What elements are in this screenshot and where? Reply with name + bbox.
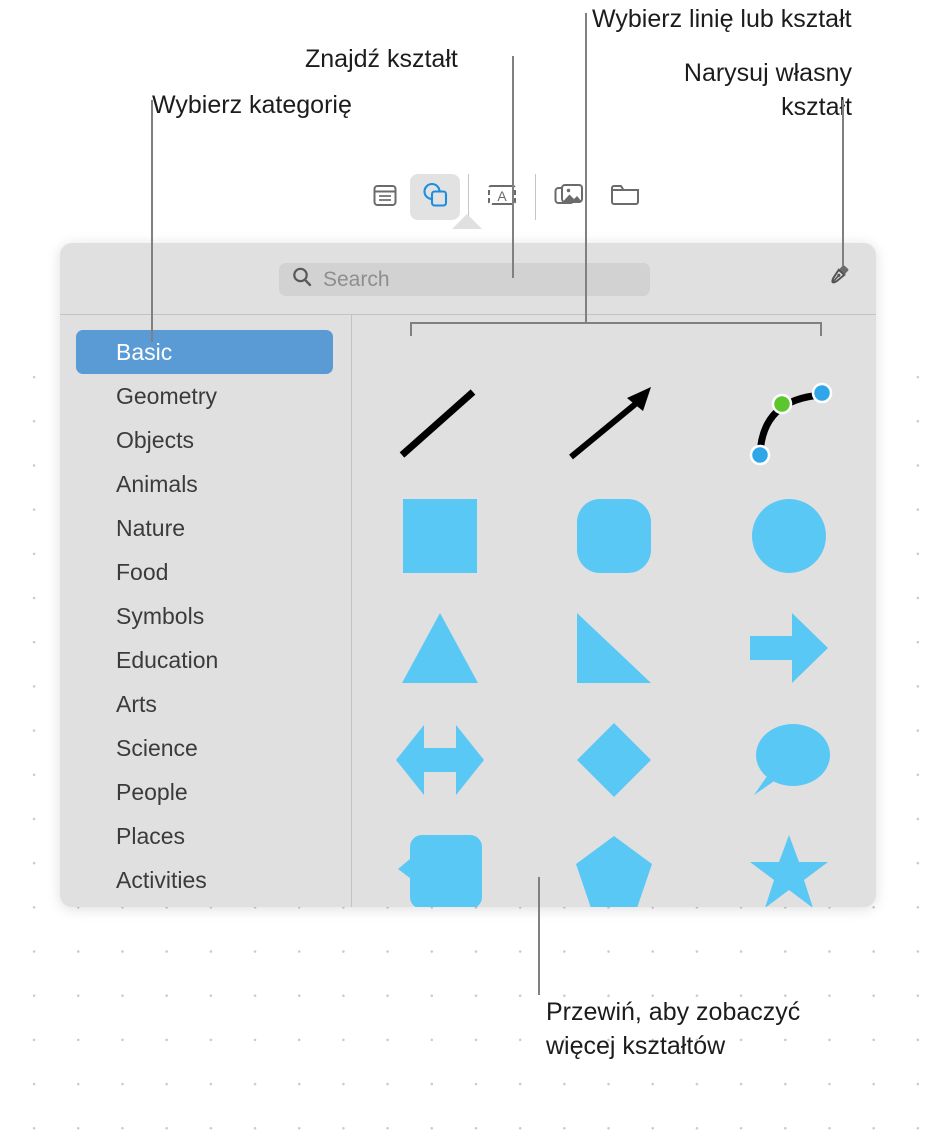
sidebar-item-label: Symbols xyxy=(116,602,205,629)
popover-header: Search xyxy=(60,243,876,315)
leader-line-draw-own-shape xyxy=(842,100,844,266)
diamond-shape xyxy=(575,721,653,804)
shape-cell-star[interactable] xyxy=(702,818,876,907)
toolbar-button-table[interactable] xyxy=(360,174,410,220)
sidebar-item-basic[interactable]: Basic xyxy=(76,330,333,374)
right-arrow-shape xyxy=(748,611,830,690)
shape-grid-panel xyxy=(353,315,876,907)
leader-line-find-shape xyxy=(512,56,514,278)
sidebar-item-geometry[interactable]: Geometry xyxy=(76,374,333,418)
shape-cell-diamond[interactable] xyxy=(527,706,701,818)
callout-label-find-shape: Znajdź kształt xyxy=(305,45,458,73)
leader-line-scroll-for-more xyxy=(538,877,540,995)
callout-rect-shape xyxy=(396,833,484,907)
search-icon xyxy=(291,266,313,293)
pen-icon xyxy=(819,259,855,300)
shape-cell-triangle[interactable] xyxy=(353,594,527,706)
shape-cell-right-triangle[interactable] xyxy=(527,594,701,706)
square-shape xyxy=(401,497,479,580)
right-triangle-shape xyxy=(575,611,653,690)
search-input[interactable]: Search xyxy=(279,263,650,296)
shape-cell-speech-bubble[interactable] xyxy=(702,706,876,818)
leader-line-pick-line-or-shape xyxy=(585,13,587,324)
triangle-shape xyxy=(400,611,480,690)
sidebar-item-activities[interactable]: Activities xyxy=(76,858,333,902)
line-shape xyxy=(385,379,495,474)
draw-shape-button[interactable] xyxy=(816,258,858,300)
shape-cell-arrow-line[interactable] xyxy=(527,370,701,482)
sidebar-item-label: Animals xyxy=(116,470,198,497)
leader-line-select-category xyxy=(151,100,153,342)
sidebar-item-symbols[interactable]: Symbols xyxy=(76,594,333,638)
category-sidebar: Basic Geometry Objects Animals Nature Fo… xyxy=(60,315,352,907)
circle-shape xyxy=(750,497,828,580)
double-arrow-shape xyxy=(394,723,486,802)
sidebar-item-label: People xyxy=(116,778,188,805)
sidebar-item-label: Education xyxy=(116,646,219,673)
sidebar-item-label: Nature xyxy=(116,514,186,541)
sidebar-item-label: Science xyxy=(116,734,198,761)
shape-cell-square[interactable] xyxy=(353,482,527,594)
sidebar-item-label: Food xyxy=(116,558,169,585)
sidebar-item-objects[interactable]: Objects xyxy=(76,418,333,462)
shape-library-popover: Search Basic Geometry Objects Animals Na… xyxy=(60,243,876,907)
shape-grid xyxy=(353,370,876,907)
sidebar-item-arts[interactable]: Arts xyxy=(76,682,333,726)
shape-cell-curved-line[interactable] xyxy=(702,370,876,482)
folder-icon xyxy=(609,181,641,214)
sidebar-item-label: Objects xyxy=(116,426,194,453)
shape-area-bracket xyxy=(410,322,822,336)
toolbar-button-text[interactable]: A xyxy=(477,174,527,220)
sidebar-item-label: Basic xyxy=(116,338,173,365)
shape-cell-circle[interactable] xyxy=(702,482,876,594)
rounded-square-shape xyxy=(575,497,653,580)
shape-cell-line[interactable] xyxy=(353,370,527,482)
sidebar-item-label: Geometry xyxy=(116,382,217,409)
star-shape xyxy=(748,833,830,907)
insert-toolbar: A xyxy=(360,168,730,226)
sidebar-item-label: Places xyxy=(116,822,186,849)
curved-line-shape xyxy=(734,379,844,474)
shape-cell-double-arrow[interactable] xyxy=(353,706,527,818)
search-placeholder-text: Search xyxy=(323,267,390,291)
sidebar-item-education[interactable]: Education xyxy=(76,638,333,682)
callout-label-scroll-for-more: Przewiń, aby zobaczyć więcej kształtów xyxy=(546,998,801,1060)
callout-label-draw-own-shape: Narysuj własny kształt xyxy=(683,59,852,121)
toolbar-divider-2 xyxy=(535,174,536,220)
sidebar-item-food[interactable]: Food xyxy=(76,550,333,594)
sidebar-item-label: Arts xyxy=(116,690,157,717)
shape-cell-rounded-square[interactable] xyxy=(527,482,701,594)
shape-cell-pentagon[interactable] xyxy=(527,818,701,907)
sidebar-item-science[interactable]: Science xyxy=(76,726,333,770)
sidebar-item-label: Activities xyxy=(116,866,207,893)
popover-pointer-arrow xyxy=(452,214,482,229)
shape-cell-right-arrow[interactable] xyxy=(702,594,876,706)
toolbar-button-folder[interactable] xyxy=(600,174,650,220)
sidebar-item-nature[interactable]: Nature xyxy=(76,506,333,550)
sidebar-item-animals[interactable]: Animals xyxy=(76,462,333,506)
sidebar-item-places[interactable]: Places xyxy=(76,814,333,858)
svg-text:A: A xyxy=(497,188,507,204)
media-icon xyxy=(553,180,585,215)
sidebar-item-people[interactable]: People xyxy=(76,770,333,814)
callout-label-select-category: Wybierz kategorię xyxy=(152,91,352,119)
pentagon-shape xyxy=(574,834,654,907)
shapes-icon xyxy=(419,179,451,216)
arrow-line-shape xyxy=(559,379,669,474)
shape-cell-callout-rect[interactable] xyxy=(353,818,527,907)
callout-label-pick-line-or-shape: Wybierz linię lub kształt xyxy=(592,5,852,33)
speech-bubble-shape xyxy=(746,721,832,804)
table-icon xyxy=(370,180,400,215)
